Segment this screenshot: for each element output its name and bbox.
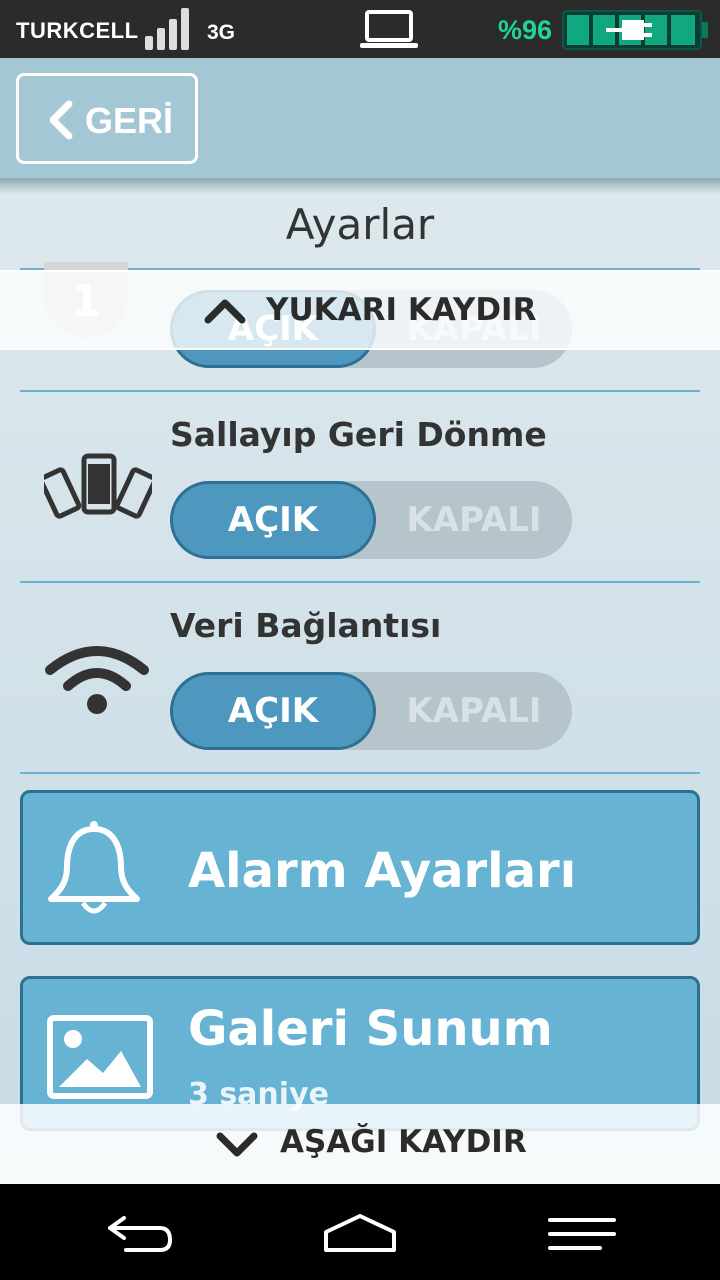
back-button-label: GERİ [85,100,174,141]
toggle-on-option[interactable]: AÇIK [170,481,376,559]
bell-icon [48,821,140,914]
status-bar: TURKCELL 3G %96 [0,0,720,58]
app-header: GERİ [0,58,720,178]
phones-shake-icon [44,453,152,519]
toggle-off-option[interactable]: KAPALI [376,481,572,559]
page-title: Ayarlar [285,200,435,249]
network-type: 3G [207,21,236,44]
toggle-on-option[interactable]: AÇIK [170,672,376,750]
setting-label: Sallayıp Geri Dönme [170,415,547,454]
alarm-settings-button[interactable]: Alarm Ayarları [20,790,700,945]
scroll-up-label: YUKARI KAYDIR [266,292,537,328]
chevron-left-icon [49,100,73,140]
carrier-name: TURKCELL [16,18,139,43]
header-shadow [0,178,720,194]
back-button[interactable]: GERİ [16,73,198,164]
nav-back-icon[interactable] [104,1214,176,1254]
divider [20,772,700,774]
shake-toggle[interactable]: AÇIK KAPALI [170,481,572,559]
nav-home-icon[interactable] [322,1212,398,1254]
laptop-icon [360,10,418,48]
alarm-settings-label: Alarm Ayarları [188,843,577,899]
scroll-down-label: AŞAĞI KAYDIR [280,1124,527,1160]
scroll-down-button[interactable]: AŞAĞI KAYDIR [0,1104,720,1184]
battery-charging-icon [562,10,708,50]
nav-menu-icon[interactable] [546,1216,618,1252]
divider [20,390,700,392]
data-toggle[interactable]: AÇIK KAPALI [170,672,572,750]
battery-percent: %96 [498,15,553,45]
chevron-down-icon [216,1132,258,1157]
divider [20,581,700,583]
image-icon [47,1015,153,1099]
toggle-off-option[interactable]: KAPALI [376,672,572,750]
gallery-slideshow-label: Galeri Sunum [188,1001,553,1057]
signal-bars-icon [145,8,189,50]
navigation-bar [0,1184,720,1280]
setting-label: Veri Bağlantısı [170,606,442,645]
chevron-up-icon [204,299,246,324]
scroll-up-button[interactable]: YUKARI KAYDIR [0,270,720,350]
wifi-icon [45,646,149,714]
